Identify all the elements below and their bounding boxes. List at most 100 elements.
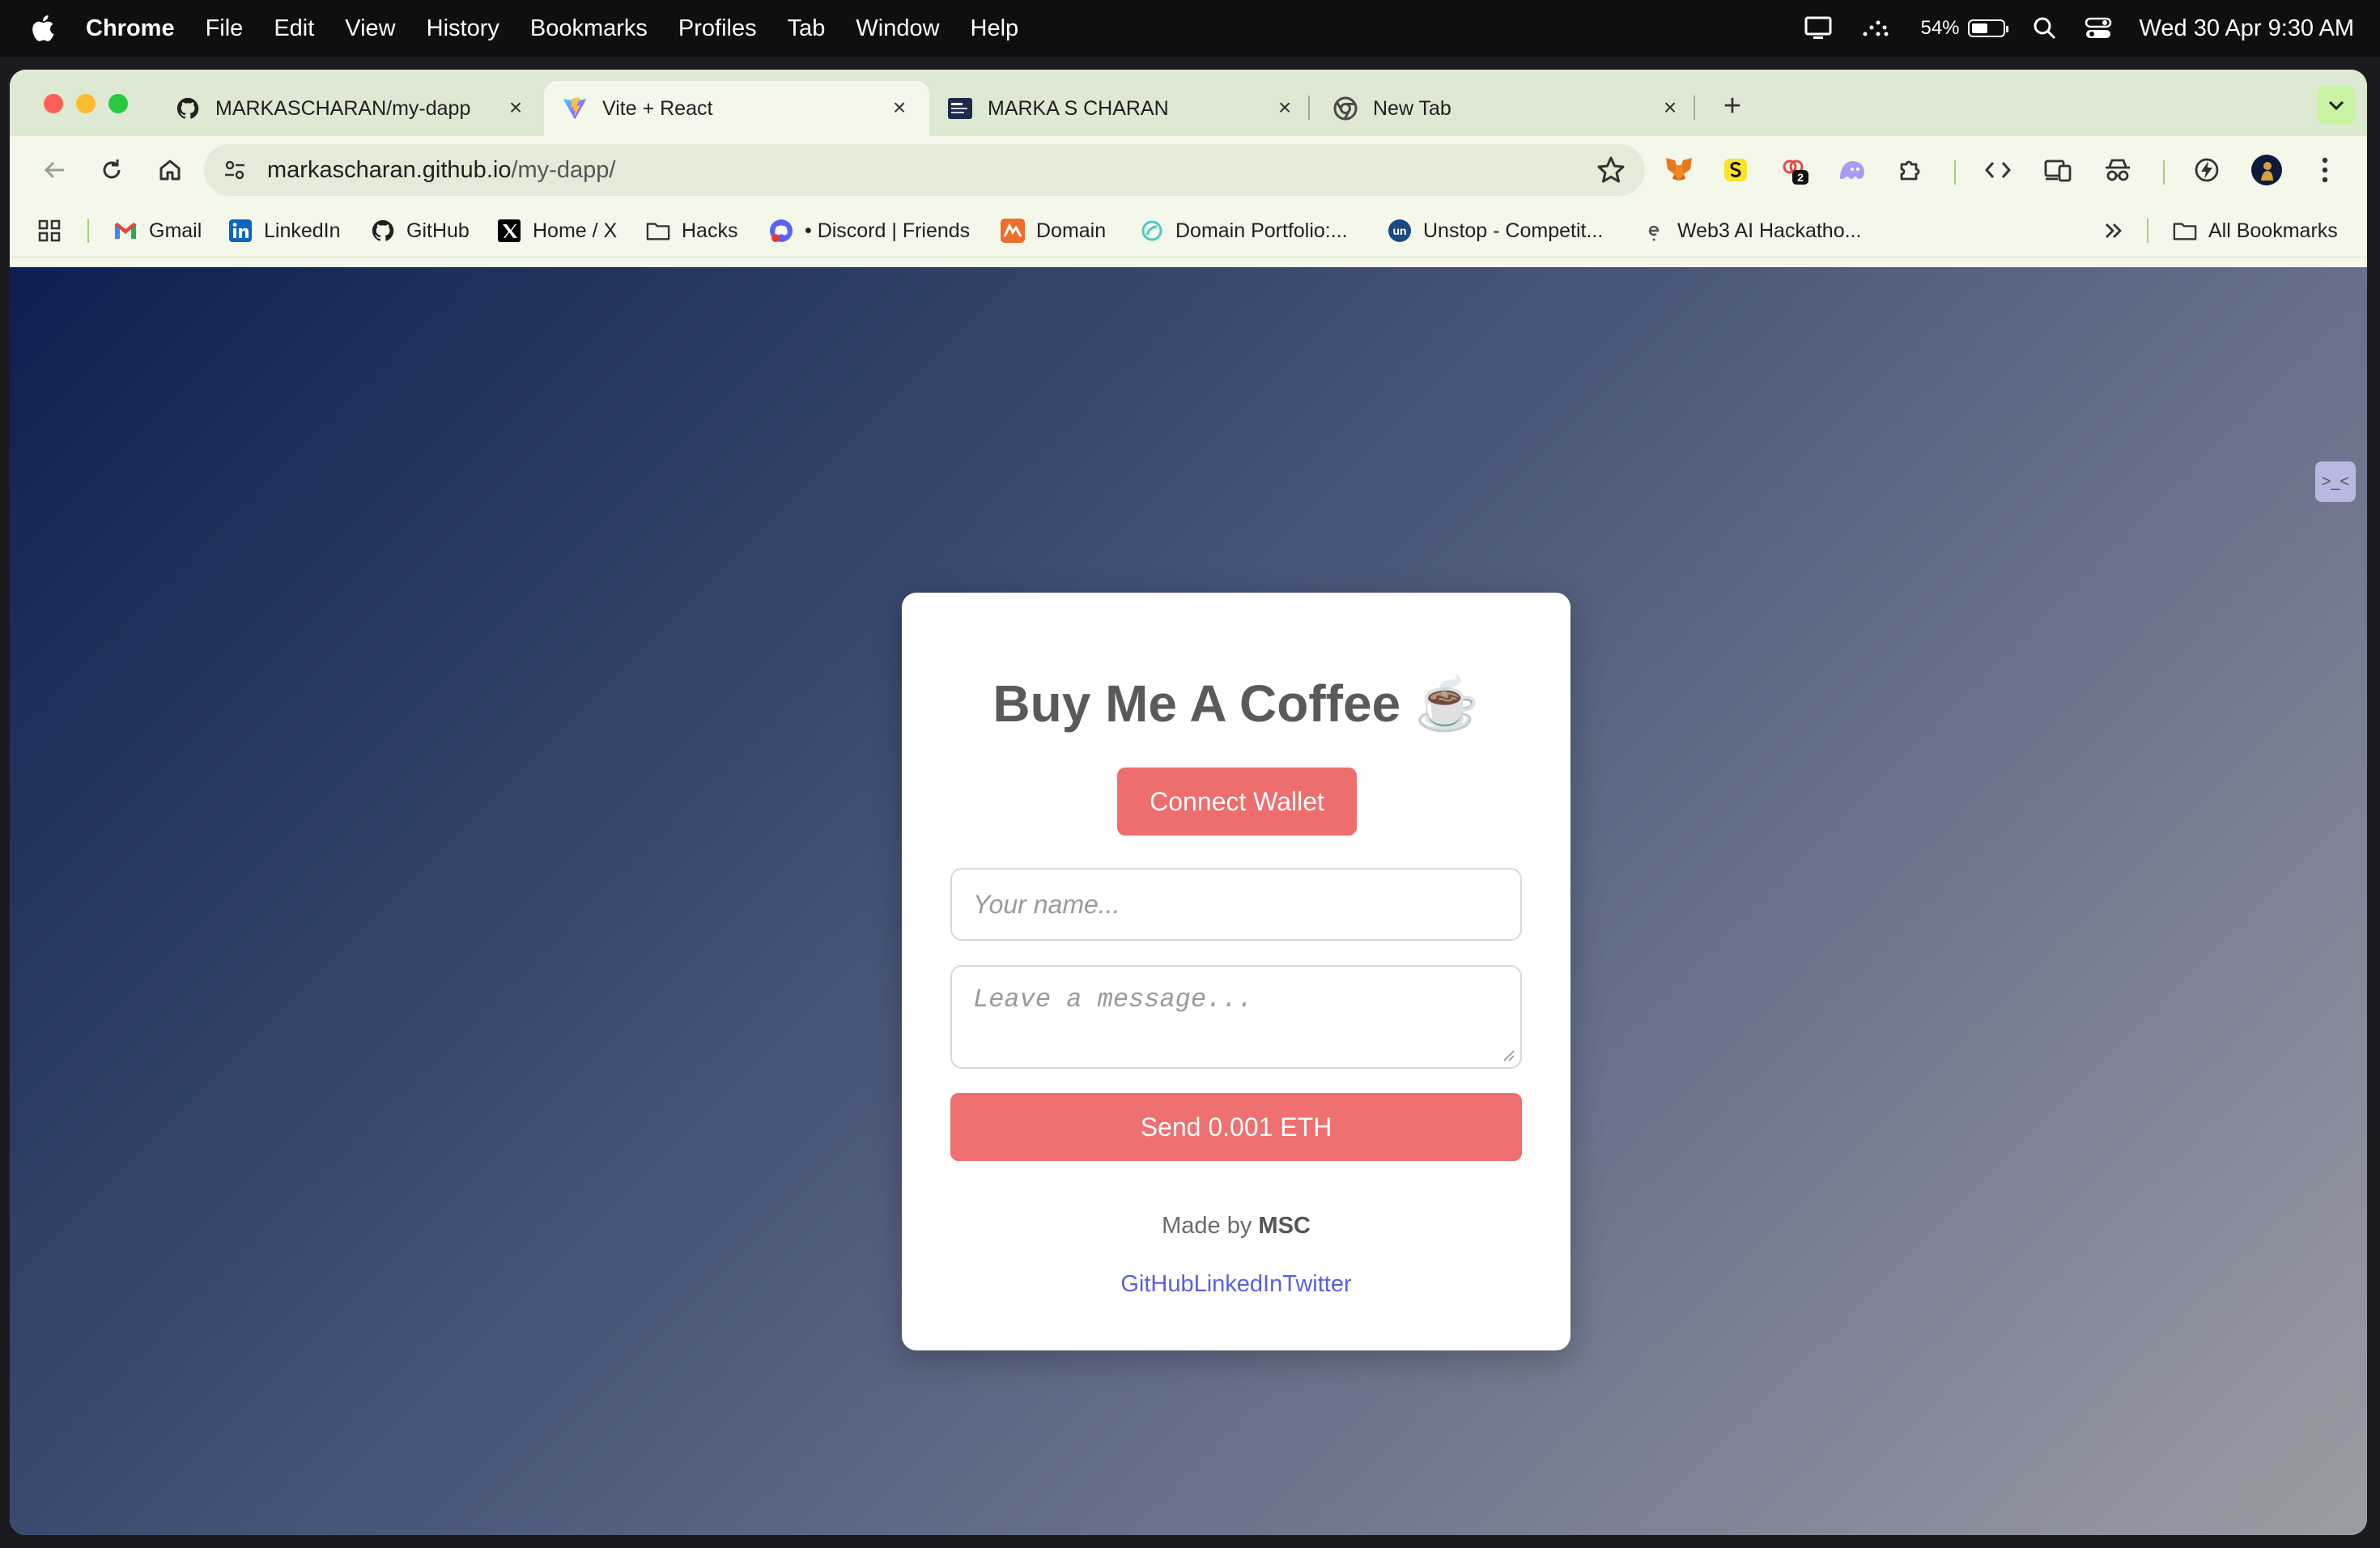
x-icon [497, 219, 521, 243]
home-icon [159, 159, 181, 181]
github-icon [175, 96, 201, 121]
new-tab-button[interactable]: + [1716, 91, 1749, 123]
unstop-icon: un [1388, 219, 1412, 243]
puzzle-extensions-icon[interactable] [1894, 154, 1927, 186]
menu-profiles[interactable]: Profiles [678, 15, 757, 42]
battery-status[interactable]: 54% [1920, 17, 2008, 40]
vite-icon [562, 96, 588, 121]
window-zoom-button[interactable] [108, 94, 128, 113]
tab-strip: MARKASCHARAN/my-dapp × Vite + React × MA… [10, 70, 2367, 136]
bookmark-label: Web3 AI Hackatho... [1677, 219, 1862, 242]
side-panel-toggle[interactable]: >_< [2315, 461, 2356, 502]
send-eth-button[interactable]: Send 0.001 ETH [950, 1093, 1522, 1161]
all-bookmarks-button[interactable]: All Bookmarks [2173, 204, 2338, 257]
control-center-icon[interactable] [2085, 16, 2112, 40]
bookmark-unstop[interactable]: un Unstop - Competit... [1388, 204, 1603, 257]
github-link[interactable]: GitHub [1120, 1271, 1193, 1297]
tab-search-button[interactable] [2317, 86, 2356, 125]
connect-wallet-button[interactable]: Connect Wallet [1117, 768, 1357, 836]
close-icon[interactable]: × [504, 96, 528, 120]
macos-menu-bar: Chrome File Edit View History Bookmarks … [0, 0, 2380, 57]
social-links: GitHubLinkedInTwitter [902, 1271, 1570, 1298]
tab-new-tab[interactable]: New Tab × [1315, 81, 1700, 136]
apps-grid-icon[interactable] [37, 204, 62, 257]
link-extension-icon[interactable]: 2 [1778, 154, 1810, 186]
tab-title: MARKASCHARAN/my-dapp [215, 96, 471, 120]
apple-icon[interactable] [29, 13, 60, 44]
close-icon[interactable]: × [1658, 96, 1682, 120]
made-by-name: MSC [1258, 1213, 1311, 1239]
toolbar-divider [2163, 160, 2165, 185]
performance-icon[interactable] [2191, 154, 2223, 186]
tab-divider [1308, 96, 1310, 120]
folder-icon [646, 219, 670, 243]
menu-clock[interactable]: Wed 30 Apr 9:30 AM [2140, 15, 2354, 42]
menu-window[interactable]: Window [856, 15, 939, 42]
reload-button[interactable] [94, 152, 130, 188]
bookmark-gmail[interactable]: Gmail [113, 204, 202, 257]
name-input[interactable] [950, 868, 1522, 941]
bookmark-star-icon[interactable] [1595, 154, 1627, 186]
wifi-dots-icon[interactable] [1860, 16, 1893, 40]
bookmark-home-x[interactable]: Home / X [497, 204, 617, 257]
close-icon[interactable]: × [1273, 96, 1297, 120]
menu-bookmarks[interactable]: Bookmarks [530, 15, 648, 42]
menu-tab[interactable]: Tab [788, 15, 826, 42]
devices-icon[interactable] [2042, 154, 2074, 186]
ghost-extension-icon[interactable] [1836, 154, 1868, 186]
url-text: markascharan.github.io/my-dapp/ [267, 157, 615, 184]
made-by-prefix: Made by [1162, 1213, 1252, 1239]
made-by-text: Made by MSC [902, 1213, 1570, 1240]
domain-icon [1001, 219, 1025, 243]
linkedin-link[interactable]: LinkedIn [1194, 1271, 1283, 1297]
tab-marka-s-charan[interactable]: MARKA S CHARAN × [929, 81, 1315, 136]
address-bar[interactable]: markascharan.github.io/my-dapp/ [204, 144, 1645, 196]
avatar[interactable] [2250, 154, 2283, 186]
bookmark-label: Domain Portfolio:... [1175, 219, 1348, 242]
web3-icon [1642, 219, 1666, 243]
menu-view[interactable]: View [345, 15, 395, 42]
home-button[interactable] [152, 152, 188, 188]
bookmark-discord[interactable]: • Discord | Friends [769, 204, 970, 257]
bookmark-domain[interactable]: Domain [1001, 204, 1106, 257]
menu-edit[interactable]: Edit [274, 15, 314, 42]
chevron-down-icon [2328, 100, 2344, 111]
menu-history[interactable]: History [427, 15, 499, 42]
bookmark-github[interactable]: GitHub [371, 204, 470, 257]
bookmark-hacks[interactable]: Hacks [646, 204, 737, 257]
twitter-link[interactable]: Twitter [1282, 1271, 1351, 1297]
coffee-card: Buy Me A Coffee ☕ Connect Wallet Send 0.… [902, 593, 1570, 1350]
menu-file[interactable]: File [206, 15, 244, 42]
metamask-icon[interactable] [1663, 154, 1695, 186]
back-button[interactable] [37, 152, 73, 188]
window-close-button[interactable] [44, 94, 63, 113]
tab-github[interactable]: MARKASCHARAN/my-dapp × [157, 81, 546, 136]
toolbar-divider [1954, 160, 1956, 185]
window-minimize-button[interactable] [76, 94, 96, 113]
incognito-icon[interactable] [2102, 154, 2134, 186]
tab-vite-react[interactable]: Vite + React × [544, 81, 929, 136]
all-bookmarks-label: All Bookmarks [2208, 219, 2338, 242]
menu-app-name[interactable]: Chrome [86, 15, 175, 42]
battery-fill [1971, 23, 1987, 33]
message-input[interactable] [950, 965, 1522, 1069]
battery-percent: 54% [1920, 17, 1960, 39]
bookmarks-bar: Gmail LinkedIn GitHub Home / X Hacks • D… [10, 204, 2367, 257]
spotlight-search-icon[interactable] [2033, 16, 2057, 40]
portfolio-icon [947, 96, 973, 121]
close-icon[interactable]: × [887, 96, 912, 120]
code-icon[interactable] [1982, 154, 2014, 186]
bookmark-linkedin[interactable]: LinkedIn [228, 204, 341, 257]
kebab-menu-icon[interactable] [2309, 154, 2341, 186]
discord-icon [769, 219, 793, 243]
bookmarks-overflow-button[interactable] [2103, 204, 2124, 257]
bookmark-domain-portfolio[interactable]: Domain Portfolio:... [1140, 204, 1348, 257]
sider-extension-icon[interactable] [1719, 154, 1752, 186]
site-settings-icon[interactable] [219, 154, 251, 186]
url-host: markascharan.github.io [267, 156, 512, 183]
resize-grip-icon[interactable] [1501, 1048, 1515, 1062]
display-icon[interactable] [1804, 15, 1833, 41]
menu-help[interactable]: Help [971, 15, 1019, 42]
bookmark-web3-ai-hackathon[interactable]: Web3 AI Hackatho... [1642, 204, 1861, 257]
portfolio-icon [1140, 219, 1164, 243]
